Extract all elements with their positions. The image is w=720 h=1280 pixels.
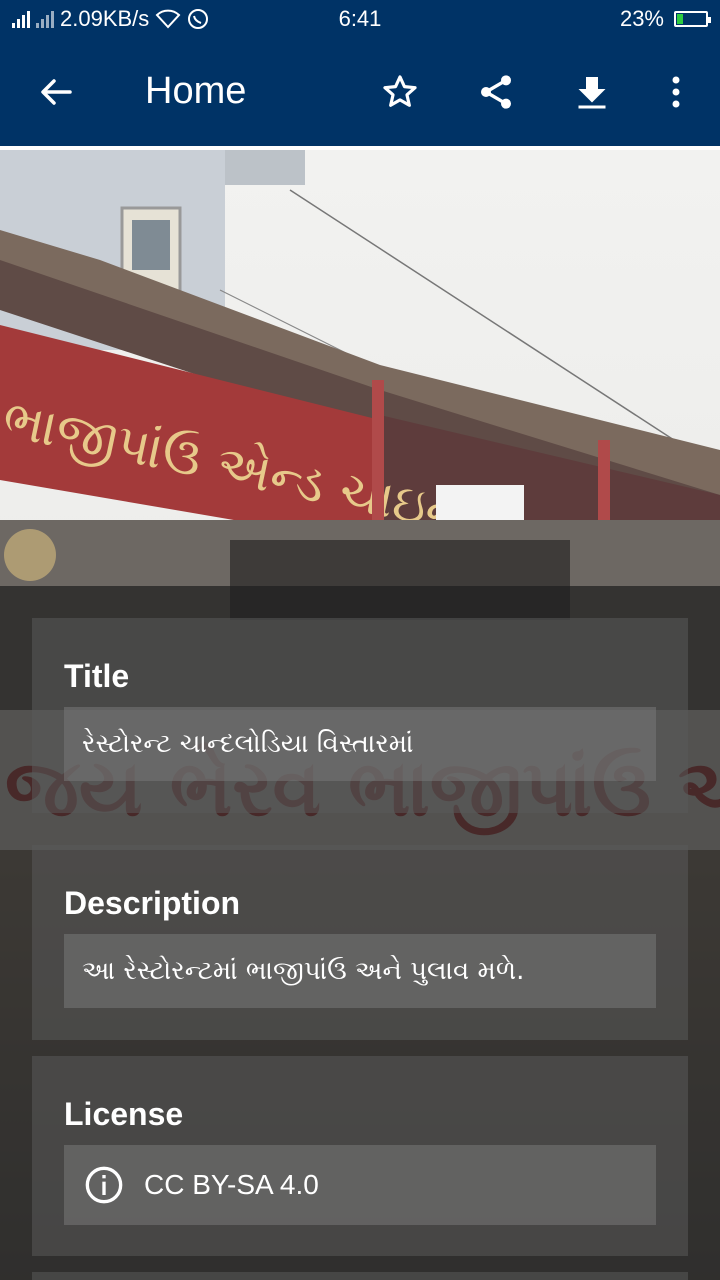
bookmark-button[interactable] [376,68,424,116]
battery-icon [674,11,711,27]
license-field[interactable]: CC BY-SA 4.0 [64,1145,656,1225]
license-value: CC BY-SA 4.0 [144,1169,319,1200]
download-icon [578,77,606,109]
battery-percent: 23% [619,6,664,31]
more-vert-icon [672,76,680,108]
status-bar: 2.09KB/s 6:41 23% [0,0,720,38]
license-label: License [64,1096,184,1132]
app-bar: Home [0,38,720,146]
status-right: 23% [619,6,711,32]
back-button[interactable] [32,68,80,116]
description-card: Description આ રેસ્ટોરન્ટમાં ભાજીપાંઉ અને… [32,845,688,1040]
share-button[interactable] [472,68,520,116]
arrow-back-icon [41,79,72,105]
page-title: Home [145,70,247,112]
star-outline-icon [383,75,417,107]
description-label: Description [64,885,241,921]
description-field[interactable]: આ રેસ્ટોરન્ટમાં ભાજીપાંઉ અને પુલાવ મળે. [64,934,656,1008]
status-time: 6:41 [338,6,382,31]
title-label: Title [64,658,130,694]
info-icon [85,1166,123,1204]
title-field[interactable]: રેસ્ટોરન્ટ ચાન્દલોડિયા વિસ્તારમાં [64,707,656,781]
more-options-button[interactable] [652,68,700,116]
license-card: License CC BY-SA 4.0 [32,1056,688,1256]
next-card [32,1272,688,1280]
title-card: Title રેસ્ટોરન્ટ ચાન્દલોડિયા વિસ્તારમાં [32,618,688,813]
download-button[interactable] [568,68,616,116]
share-icon [481,75,511,109]
